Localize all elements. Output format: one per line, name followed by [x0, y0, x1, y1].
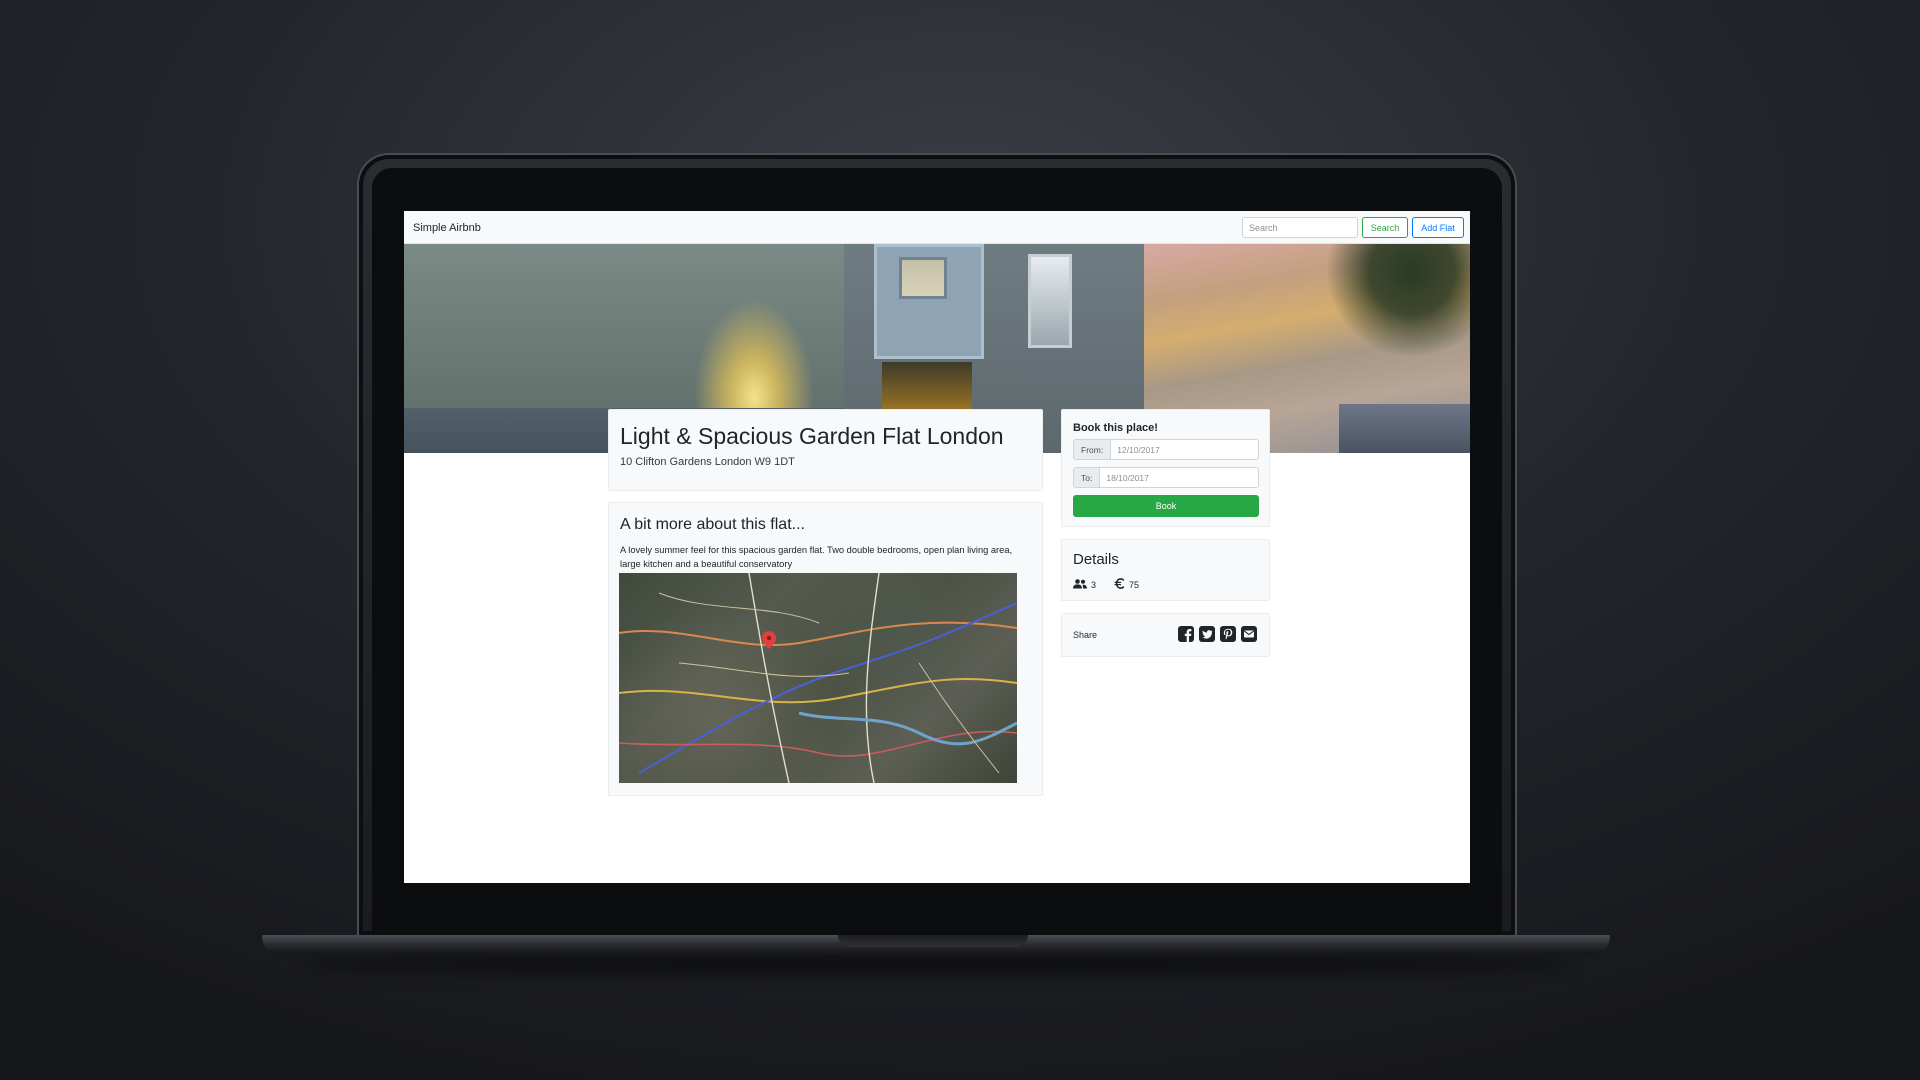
hero-mirror-window [1028, 254, 1072, 348]
hero-building [1339, 404, 1470, 453]
booking-card: Book this place! From: To: Book [1061, 409, 1270, 527]
to-date-group: To: [1073, 467, 1259, 488]
share-card: Share [1061, 613, 1270, 657]
details-heading: Details [1073, 551, 1119, 568]
booking-heading: Book this place! [1073, 422, 1158, 434]
guests-count: 3 [1091, 579, 1097, 590]
listing-title-card: Light & Spacious Garden Flat London 10 C… [608, 409, 1043, 491]
brand-link[interactable]: Simple Airbnb [413, 222, 481, 234]
to-label: To: [1074, 468, 1101, 487]
laptop-shadow [300, 955, 1572, 973]
about-heading: A bit more about this flat... [620, 516, 805, 533]
details-card: Details 3 75 [1061, 539, 1270, 601]
euro-icon [1114, 578, 1125, 591]
from-label: From: [1074, 440, 1112, 459]
hero-wall-light [634, 244, 834, 414]
pinterest-icon[interactable] [1220, 626, 1236, 642]
hero-tree [1324, 244, 1470, 384]
share-label: Share [1073, 630, 1098, 640]
to-date-input[interactable] [1100, 468, 1258, 487]
about-card: A bit more about this flat... A lovely s… [608, 502, 1043, 796]
facebook-icon[interactable] [1178, 626, 1194, 642]
search-input[interactable] [1242, 217, 1358, 238]
navbar: Simple Airbnb Search Add Flat [404, 211, 1470, 244]
price-value: 75 [1129, 579, 1140, 590]
book-button[interactable]: Book [1073, 495, 1259, 517]
hero-window [899, 257, 947, 299]
laptop-notch [838, 935, 1028, 947]
twitter-icon[interactable] [1199, 626, 1215, 642]
listing-address: 10 Clifton Gardens London W9 1DT [620, 456, 795, 468]
details-row: 3 75 [1073, 578, 1139, 591]
location-map[interactable] [619, 573, 1017, 783]
hero-panel [874, 244, 984, 359]
add-flat-button[interactable]: Add Flat [1412, 217, 1464, 238]
browser-screen: Simple Airbnb Search Add Flat Light & Sp… [404, 211, 1470, 883]
about-description: A lovely summer feel for this spacious g… [620, 545, 1013, 569]
map-roads [619, 573, 1017, 783]
from-date-group: From: [1073, 439, 1259, 460]
envelope-icon[interactable] [1241, 626, 1257, 642]
share-icons [1178, 626, 1257, 642]
users-icon [1073, 578, 1087, 591]
listing-title: Light & Spacious Garden Flat London [620, 423, 1004, 449]
from-date-input[interactable] [1111, 440, 1258, 459]
search-button[interactable]: Search [1362, 217, 1408, 238]
